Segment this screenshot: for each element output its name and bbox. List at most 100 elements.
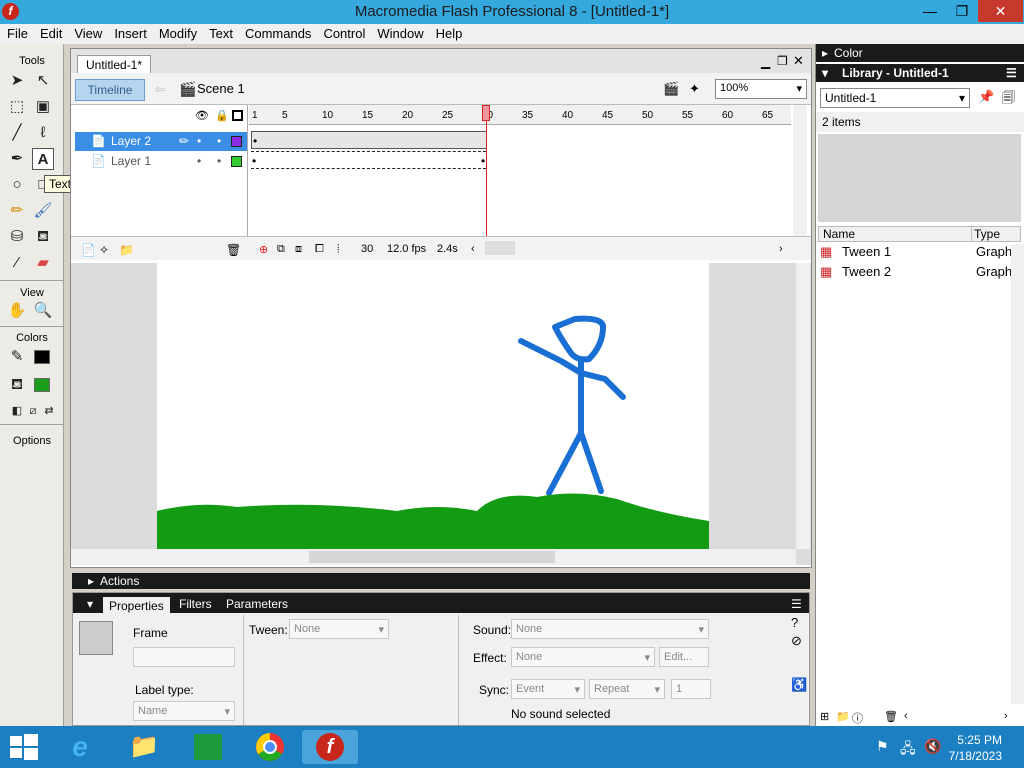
delete-icon[interactable]: 🗑: [884, 710, 898, 723]
playhead[interactable]: [482, 105, 490, 121]
help-icon[interactable]: ?: [791, 615, 798, 630]
menu-window[interactable]: Window: [370, 24, 428, 41]
free-transform-tool-icon[interactable]: ⬚: [6, 96, 28, 118]
network-icon[interactable]: 🖧: [900, 738, 916, 762]
visible-dot[interactable]: •: [197, 152, 201, 171]
layer-row[interactable]: 📄 Layer 2 ✏ • •: [75, 132, 247, 151]
layer1-frames[interactable]: • •: [251, 151, 486, 169]
fill-transform-tool-icon[interactable]: ▣: [32, 96, 54, 118]
timeline-hscroll-thumb[interactable]: [485, 241, 515, 255]
actions-panel-header[interactable]: ▸ Actions: [72, 573, 810, 589]
stage[interactable]: [157, 263, 709, 549]
timeline-vscroll[interactable]: [793, 105, 807, 255]
edit-button[interactable]: Edit...: [659, 647, 709, 667]
lock-dot[interactable]: •: [217, 132, 221, 151]
repeat-count-input[interactable]: 1: [671, 679, 711, 699]
effect-select[interactable]: None ▾: [511, 647, 655, 667]
sync-select[interactable]: Event ▾: [511, 679, 585, 699]
pencil-tool-icon[interactable]: ✏: [6, 200, 28, 222]
zoom-tool-icon[interactable]: 🔍: [32, 300, 54, 322]
frame-name-input[interactable]: [133, 647, 235, 667]
new-folder-icon[interactable]: 📁: [836, 710, 850, 723]
menu-insert[interactable]: Insert: [107, 24, 152, 41]
internet-explorer-icon[interactable]: e: [58, 730, 102, 764]
panel-menu-icon[interactable]: ☰: [791, 597, 802, 611]
library-vscroll[interactable]: [1011, 244, 1024, 704]
menu-edit[interactable]: Edit: [33, 24, 67, 41]
tab-filters[interactable]: Filters: [179, 597, 212, 611]
insert-layer-icon[interactable]: 📄: [81, 243, 96, 257]
paint-bucket-tool-icon[interactable]: ⛾: [32, 226, 54, 248]
tab-properties[interactable]: Properties: [103, 597, 170, 615]
menu-help[interactable]: Help: [429, 24, 468, 41]
ink-bottle-tool-icon[interactable]: ⛁: [6, 226, 28, 248]
menu-control[interactable]: Control: [316, 24, 370, 41]
onion-outline-icon[interactable]: ⧈: [295, 243, 302, 256]
center-frame-icon[interactable]: ⊕: [259, 243, 268, 256]
edit-in-place-icon[interactable]: ⊘: [791, 633, 802, 649]
properties-icon[interactable]: ⓘ: [852, 710, 863, 726]
text-tool-icon[interactable]: A: [32, 148, 54, 170]
delete-layer-icon[interactable]: 🗑: [226, 243, 241, 257]
scroll-left-icon[interactable]: ‹: [904, 710, 908, 722]
label-type-select[interactable]: Name ▾: [133, 701, 235, 721]
stage-hscroll[interactable]: [71, 549, 796, 565]
onion-markers-icon[interactable]: ⦙: [337, 243, 339, 256]
flag-icon[interactable]: ⚑: [876, 738, 889, 755]
outline-icon[interactable]: [232, 110, 243, 121]
edit-symbols-icon[interactable]: ✦: [689, 81, 700, 97]
menu-view[interactable]: View: [67, 24, 107, 41]
new-library-icon[interactable]: 🗐: [1002, 89, 1015, 111]
subselection-tool-icon[interactable]: ↖: [32, 70, 54, 92]
lock-dot[interactable]: •: [217, 152, 221, 171]
sound-select[interactable]: None ▾: [511, 619, 709, 639]
oval-tool-icon[interactable]: ○: [6, 174, 28, 196]
windows-start-icon[interactable]: [10, 734, 38, 760]
scroll-right-icon[interactable]: ›: [1004, 710, 1008, 722]
edit-scene-icon[interactable]: 🎬: [663, 81, 679, 97]
scroll-left-icon[interactable]: ‹: [471, 243, 475, 255]
accessibility-icon[interactable]: ♿: [791, 677, 807, 693]
visible-dot[interactable]: •: [197, 132, 201, 151]
pen-tool-icon[interactable]: ✒: [6, 148, 28, 170]
doc-restore-icon[interactable]: ❐: [777, 54, 788, 68]
motion-guide-icon[interactable]: ✧: [99, 243, 109, 257]
doc-minimize-icon[interactable]: ▁: [761, 55, 770, 69]
store-icon[interactable]: [186, 730, 230, 764]
menu-file[interactable]: File: [0, 24, 33, 41]
onion-skin-icon[interactable]: ⧉: [277, 243, 285, 256]
insert-folder-icon[interactable]: 📁: [119, 243, 134, 257]
file-explorer-icon[interactable]: 📁: [122, 730, 166, 764]
col-name[interactable]: Name: [823, 227, 855, 241]
doc-close-icon[interactable]: ✕: [793, 53, 804, 69]
col-type[interactable]: Type: [971, 227, 1000, 241]
close-button[interactable]: ✕: [978, 0, 1023, 22]
system-clock[interactable]: 5:25 PM 7/18/2023: [949, 732, 1002, 764]
library-item[interactable]: ▦ Tween 2 Graph: [818, 264, 1021, 284]
swap-colors-icon[interactable]: ⇄: [38, 400, 60, 422]
eyedropper-tool-icon[interactable]: ⁄: [6, 252, 28, 274]
panel-menu-icon[interactable]: ☰: [1006, 64, 1017, 82]
lasso-tool-icon[interactable]: ℓ: [32, 122, 54, 144]
layer-color-swatch[interactable]: [231, 156, 242, 167]
repeat-select[interactable]: Repeat ▾: [589, 679, 665, 699]
restore-button[interactable]: ❐: [942, 0, 982, 22]
color-panel-header[interactable]: ▸ Color: [816, 44, 1024, 62]
new-symbol-icon[interactable]: ⊞: [820, 710, 829, 723]
scroll-right-icon[interactable]: ›: [779, 243, 783, 255]
stage-vscroll[interactable]: [796, 263, 810, 549]
volume-muted-icon[interactable]: 🔇: [924, 738, 941, 755]
library-item[interactable]: ▦ Tween 1 Graph: [818, 244, 1021, 264]
stroke-color-swatch[interactable]: [34, 350, 50, 364]
chrome-icon[interactable]: [248, 730, 292, 764]
eye-icon[interactable]: 👁: [195, 109, 209, 122]
menu-commands[interactable]: Commands: [238, 24, 316, 41]
brush-tool-icon[interactable]: 🖌: [32, 200, 54, 222]
tab-parameters[interactable]: Parameters: [226, 597, 288, 611]
library-panel-header[interactable]: ▾ Library - Untitled-1 ☰: [816, 64, 1024, 82]
lock-icon[interactable]: 🔒: [215, 109, 229, 122]
layer-row[interactable]: 📄 Layer 1 • •: [75, 152, 247, 171]
line-tool-icon[interactable]: ╱: [6, 122, 28, 144]
fill-color-swatch[interactable]: [34, 378, 50, 392]
menu-modify[interactable]: Modify: [152, 24, 202, 41]
